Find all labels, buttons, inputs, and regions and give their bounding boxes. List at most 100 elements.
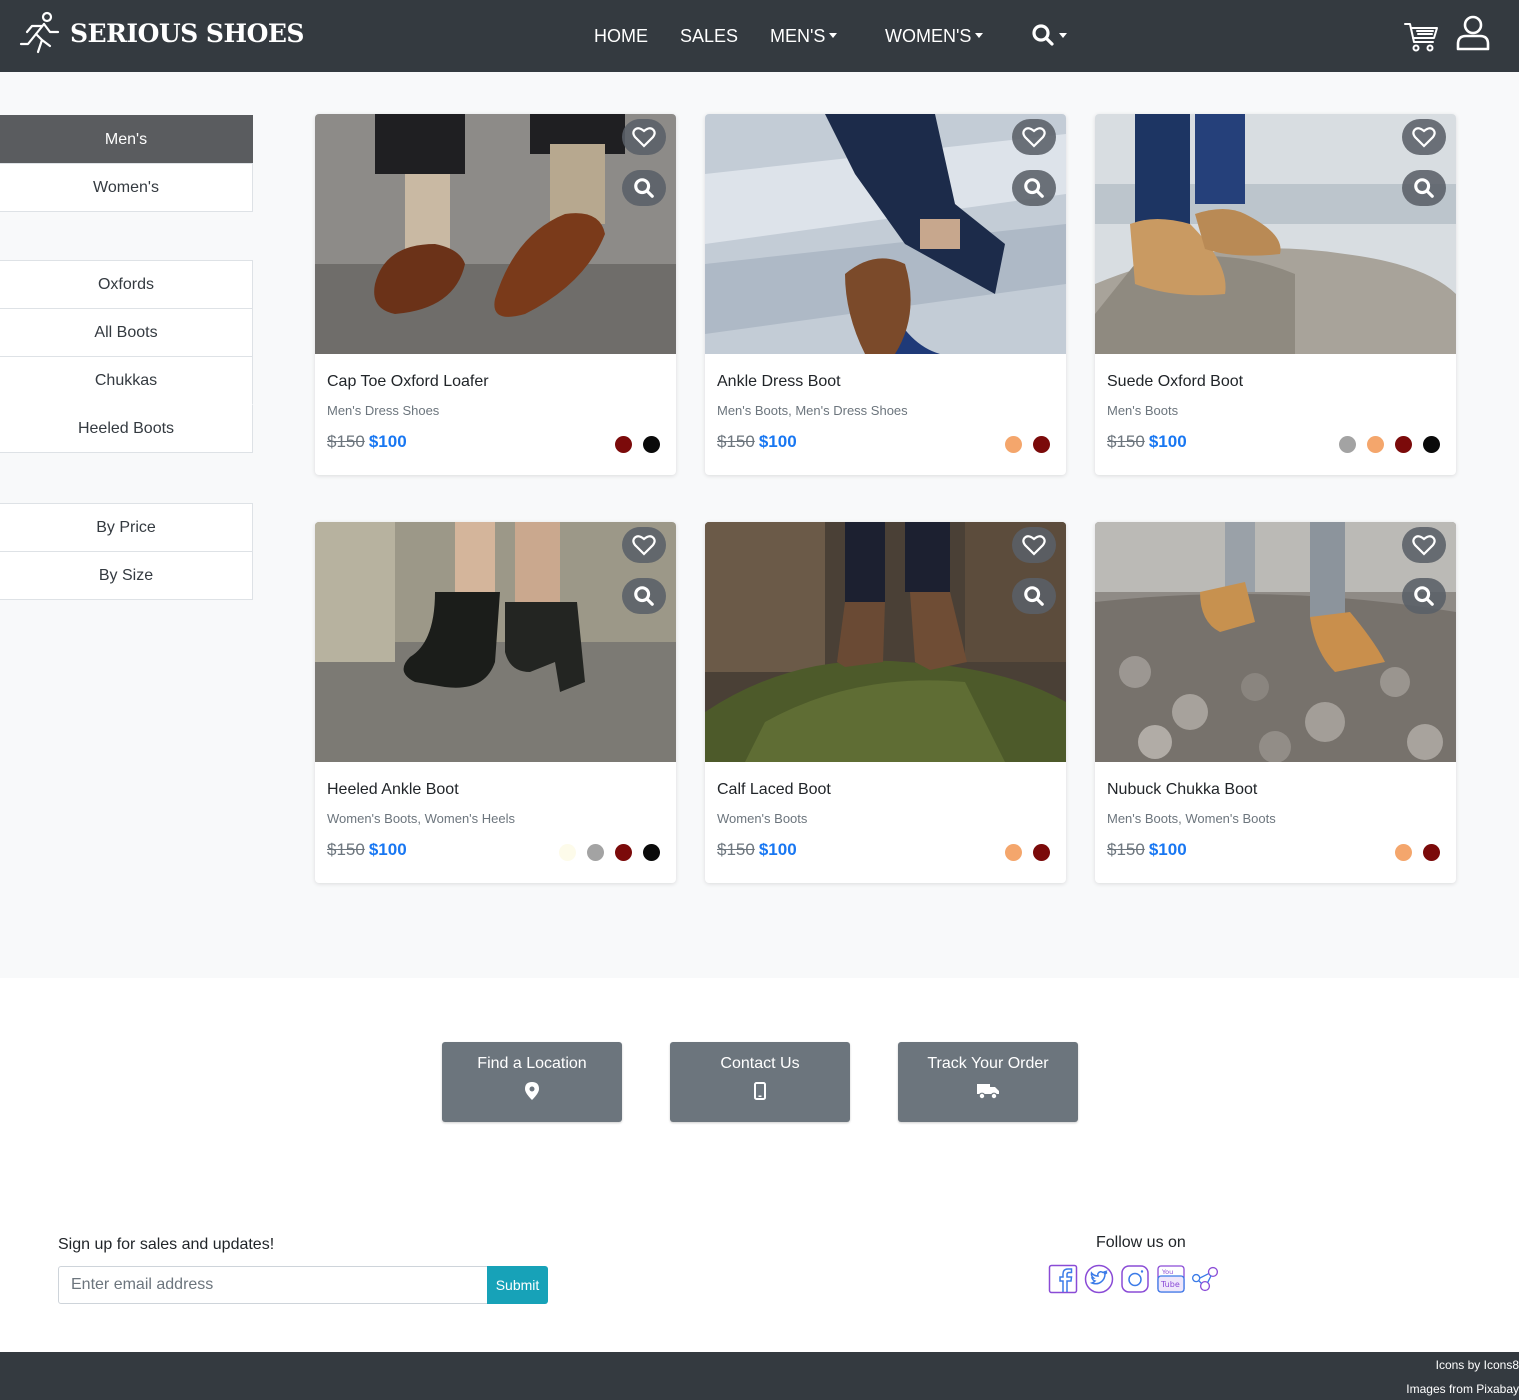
product-title[interactable]: Heeled Ankle Boot [327,781,459,799]
product-image[interactable] [315,522,676,762]
share-icon[interactable] [1190,1264,1220,1294]
heart-icon [1022,535,1046,556]
old-price: $150 [717,840,755,859]
color-swatch[interactable] [587,844,604,861]
product-image[interactable] [315,114,676,354]
product-title[interactable]: Cap Toe Oxford Loafer [327,373,489,391]
product-title[interactable]: Calf Laced Boot [717,781,831,799]
favorite-button[interactable] [622,527,666,563]
color-swatch[interactable] [1423,844,1440,861]
quick-view-button[interactable] [622,170,666,206]
quick-view-button[interactable] [1012,170,1056,206]
product-price: $150 $100 [1107,432,1187,452]
color-swatch[interactable] [643,844,660,861]
product-card[interactable]: Cap Toe Oxford Loafer Men's Dress Shoes … [315,114,676,475]
search-icon [1414,586,1434,606]
product-photo [705,114,1066,354]
color-swatch[interactable] [1423,436,1440,453]
product-card[interactable]: Calf Laced Boot Women's Boots $150 $100 [705,522,1066,883]
product-card[interactable]: Nubuck Chukka Boot Men's Boots, Women's … [1095,522,1456,883]
color-swatch[interactable] [559,844,576,861]
color-swatch[interactable] [1367,436,1384,453]
nav-mens-label: MEN'S [770,26,826,46]
color-swatch[interactable] [1395,844,1412,861]
chevron-down-icon [1059,32,1067,38]
icons-credit-link[interactable]: Icons by Icons8 [1436,1358,1519,1372]
sidebar-style-group: Oxfords All Boots Chukkas Heeled Boots [0,260,253,453]
product-card[interactable]: Ankle Dress Boot Men's Boots, Men's Dres… [705,114,1066,475]
search-icon [1024,178,1044,198]
sale-price: $100 [368,840,407,859]
color-swatch[interactable] [615,436,632,453]
color-swatch[interactable] [1339,436,1356,453]
instagram-icon[interactable] [1120,1264,1150,1294]
find-location-button[interactable]: Find a Location [442,1042,622,1122]
user-icon[interactable] [1455,14,1491,52]
contact-us-button[interactable]: Contact Us [670,1042,850,1122]
color-swatch[interactable] [1033,436,1050,453]
color-swatch[interactable] [1395,436,1412,453]
quick-view-button[interactable] [622,578,666,614]
favorite-button[interactable] [1012,119,1056,155]
chevron-down-icon [829,33,838,39]
track-order-button[interactable]: Track Your Order [898,1042,1078,1122]
product-image[interactable] [1095,522,1456,762]
product-photo [315,522,676,762]
sale-price: $100 [1148,840,1187,859]
nav-mens-dropdown[interactable]: MEN'S [770,24,838,48]
color-swatch[interactable] [1033,844,1050,861]
heart-icon [1412,535,1436,556]
cart-icon[interactable] [1403,20,1439,54]
product-title[interactable]: Ankle Dress Boot [717,373,841,391]
sidebar-item-oxfords[interactable]: Oxfords [0,260,253,309]
email-field[interactable] [58,1266,488,1304]
product-image[interactable] [705,114,1066,354]
chevron-down-icon [975,33,984,39]
nav-home[interactable]: HOME [594,24,648,48]
product-image[interactable] [705,522,1066,762]
favorite-button[interactable] [1402,527,1446,563]
quick-view-button[interactable] [1012,578,1056,614]
sidebar-item-womens[interactable]: Women's [0,163,253,212]
brand-logo[interactable]: SERIOUS SHOES [18,10,304,56]
color-swatches [548,844,660,861]
color-swatch[interactable] [1005,436,1022,453]
product-price: $150 $100 [717,840,797,860]
nav-search-dropdown[interactable] [1031,23,1067,47]
facebook-icon[interactable] [1048,1264,1078,1294]
search-icon [1024,586,1044,606]
favorite-button[interactable] [1402,119,1446,155]
nav-womens-dropdown[interactable]: WOMEN'S [885,24,984,48]
sidebar-item-heeled-boots[interactable]: Heeled Boots [0,404,253,453]
product-card[interactable]: Heeled Ankle Boot Women's Boots, Women's… [315,522,676,883]
old-price: $150 [327,432,365,451]
color-swatch[interactable] [615,844,632,861]
submit-button[interactable]: Submit [487,1266,548,1304]
sidebar-item-mens[interactable]: Men's [0,115,253,164]
favorite-button[interactable] [1012,527,1056,563]
color-swatch[interactable] [1005,844,1022,861]
find-location-label: Find a Location [477,1055,587,1072]
product-title[interactable]: Suede Oxford Boot [1107,373,1243,391]
youtube-icon[interactable]: You Tube [1156,1264,1186,1294]
sidebar-item-chukkas[interactable]: Chukkas [0,356,253,405]
twitter-icon[interactable] [1084,1264,1114,1294]
nav-sales[interactable]: SALES [680,24,738,48]
product-title[interactable]: Nubuck Chukka Boot [1107,781,1257,799]
favorite-button[interactable] [622,119,666,155]
delivery-truck-icon [977,1084,999,1100]
signup-label: Sign up for sales and updates! [58,1236,275,1253]
quick-view-button[interactable] [1402,578,1446,614]
track-order-label: Track Your Order [927,1055,1049,1072]
quick-view-button[interactable] [1402,170,1446,206]
sidebar-item-by-size[interactable]: By Size [0,551,253,600]
product-card[interactable]: Suede Oxford Boot Men's Boots $150 $100 [1095,114,1456,475]
old-price: $150 [1107,432,1145,451]
product-category: Men's Boots [1107,403,1179,418]
color-swatch[interactable] [643,436,660,453]
images-credit-link[interactable]: Images from Pixabay [1406,1382,1519,1396]
sidebar-item-by-price[interactable]: By Price [0,503,253,552]
running-person-icon [19,11,60,54]
product-image[interactable] [1095,114,1456,354]
sidebar-item-all-boots[interactable]: All Boots [0,308,253,357]
